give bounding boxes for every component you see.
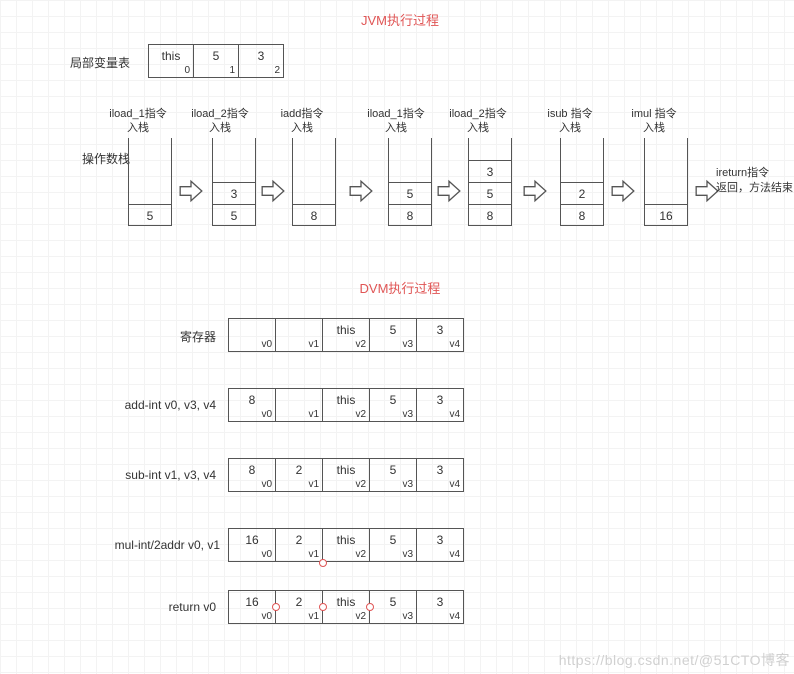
dvm-cell: 3v4: [416, 318, 464, 352]
dvm-cell: thisv2: [322, 318, 370, 352]
dvm-cell: 2v1: [275, 590, 323, 624]
return-note: ireturn指令返回，方法结束: [716, 166, 794, 196]
stack-note: iload_1指令入栈: [98, 108, 178, 136]
stack-cell: 5: [128, 204, 172, 226]
stack-cell: 3: [212, 182, 256, 204]
stack-cell: 3: [468, 160, 512, 182]
localvar-idx: 2: [274, 65, 280, 76]
dvm-cell: 5v3: [369, 318, 417, 352]
dvm-cell: thisv2: [322, 528, 370, 562]
arrow-right-icon: [178, 178, 204, 204]
dvm-cell: 3v4: [416, 458, 464, 492]
stack-cell: 2: [560, 182, 604, 204]
dvm-cell: 5v3: [369, 528, 417, 562]
arrow-right-icon: [436, 178, 462, 204]
dvm-instr-label: add-int v0, v3, v4: [96, 398, 216, 412]
dvm-instr-label: sub-int v1, v3, v4: [96, 468, 216, 482]
stack-note: imul 指令入栈: [614, 108, 694, 136]
stack-cell: 5: [388, 182, 432, 204]
handle-dot-icon: [319, 603, 327, 611]
localvar-val: this: [149, 49, 193, 63]
stack-note: iload_2指令入栈: [180, 108, 260, 136]
dvm-cell: 8v0: [228, 388, 276, 422]
dvm-title: DVM执行过程: [300, 278, 500, 297]
dvm-cell: 2v1: [275, 458, 323, 492]
dvm-cell: 2v1: [275, 528, 323, 562]
stack-cell: 16: [644, 204, 688, 226]
arrow-right-icon: [610, 178, 636, 204]
localvar-val: 3: [239, 49, 283, 63]
stack-cell: 8: [388, 204, 432, 226]
arrow-right-icon: [522, 178, 548, 204]
dvm-cell: v1: [275, 388, 323, 422]
localvar-cell: 3 2: [238, 44, 284, 78]
dvm-cell: 3v4: [416, 528, 464, 562]
dvm-cell: 8v0: [228, 458, 276, 492]
dvm-cell: thisv2: [322, 388, 370, 422]
stack-cell: 8: [560, 204, 604, 226]
stack-note: iadd指令入栈: [262, 108, 342, 136]
localvar-cell: 5 1: [193, 44, 239, 78]
dvm-instr-label: return v0: [96, 600, 216, 614]
localvar-idx: 1: [229, 65, 235, 76]
stack-cell: 5: [212, 204, 256, 226]
localvar-idx: 0: [184, 65, 190, 76]
arrow-right-icon: [348, 178, 374, 204]
stack-note: iload_2指令入栈: [438, 108, 518, 136]
dvm-cell: 16v0: [228, 590, 276, 624]
dvm-cell: thisv2: [322, 458, 370, 492]
stack-cell: 8: [468, 204, 512, 226]
localvar-cell: this 0: [148, 44, 194, 78]
op-stack-label: 操作数栈: [10, 150, 130, 167]
arrow-right-icon: [260, 178, 286, 204]
dvm-cell: thisv2: [322, 590, 370, 624]
dvm-cell: 3v4: [416, 388, 464, 422]
watermark: https://blog.csdn.net/@51CTO博客: [559, 650, 790, 670]
dvm-cell: v1: [275, 318, 323, 352]
local-vars-label: 局部变量表: [10, 54, 130, 71]
registers-label: 寄存器: [96, 328, 216, 345]
dvm-cell: 5v3: [369, 590, 417, 624]
handle-dot-icon: [366, 603, 374, 611]
localvar-val: 5: [194, 49, 238, 63]
dvm-cell: 5v3: [369, 388, 417, 422]
stack-cell: 5: [468, 182, 512, 204]
dvm-cell: 5v3: [369, 458, 417, 492]
dvm-cell: 3v4: [416, 590, 464, 624]
stack-cell: 8: [292, 204, 336, 226]
handle-dot-icon: [319, 559, 327, 567]
dvm-cell: v0: [228, 318, 276, 352]
handle-dot-icon: [272, 603, 280, 611]
jvm-title: JVM执行过程: [300, 10, 500, 29]
dvm-instr-label: mul-int/2addr v0, v1: [80, 538, 220, 552]
stack-note: iload_1指令入栈: [356, 108, 436, 136]
stack-note: isub 指令入栈: [530, 108, 610, 136]
dvm-cell: 16v0: [228, 528, 276, 562]
